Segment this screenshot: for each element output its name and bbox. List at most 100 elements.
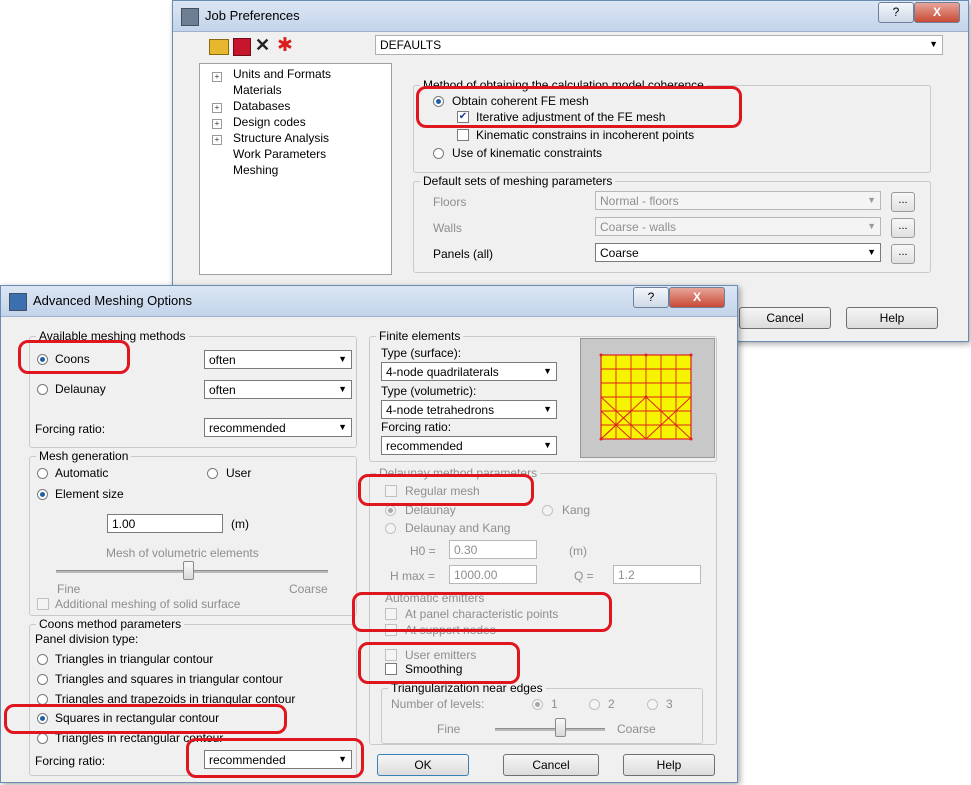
level-3-radio[interactable]	[647, 699, 658, 710]
d-kang-radio[interactable]	[542, 505, 553, 516]
expand-icon[interactable]: +	[212, 72, 222, 82]
d-delaunay-radio[interactable]	[385, 505, 396, 516]
additional-meshing-checkbox[interactable]	[37, 598, 49, 610]
panels-combo[interactable]: Coarse ▼	[595, 243, 881, 262]
h0-unit: (m)	[569, 544, 587, 558]
kinematic-incoherent-label: Kinematic constrains in incoherent point…	[476, 128, 695, 142]
mesh-generation-label: Mesh generation	[36, 449, 132, 463]
automatic-radio[interactable]	[37, 468, 48, 479]
expand-icon[interactable]: +	[212, 135, 222, 145]
mesh-preview-graphic	[599, 353, 693, 441]
tree-item-databases[interactable]: Databases	[233, 99, 290, 113]
cancel-button[interactable]: Cancel	[503, 754, 599, 776]
open-folder-icon[interactable]	[209, 39, 229, 55]
type-surface-label: Type (surface):	[381, 346, 462, 360]
volumetric-combo[interactable]: 4-node tetrahedrons ▼	[381, 400, 557, 419]
delaunay-label: Delaunay	[55, 382, 106, 396]
tree-item-meshing[interactable]: Meshing	[233, 163, 278, 177]
coons-params-label: Coons method parameters	[36, 617, 185, 631]
div-option-radio[interactable]	[37, 674, 48, 685]
ok-button[interactable]: OK	[377, 754, 469, 776]
coons-value: often	[209, 353, 236, 367]
job-preferences-app-icon	[181, 8, 199, 26]
volumetric-slider-thumb[interactable]	[183, 561, 194, 580]
default-sets-label: Default sets of meshing parameters	[420, 174, 616, 188]
forcing-ratio-value: recommended	[209, 421, 286, 435]
chevron-down-icon: ▼	[543, 366, 552, 376]
help-button[interactable]: Help	[623, 754, 715, 776]
save-icon[interactable]	[233, 38, 251, 56]
close-title-button[interactable]: X	[914, 2, 960, 23]
kinematic-incoherent-checkbox[interactable]	[457, 129, 469, 141]
h0-input[interactable]: 0.30	[449, 540, 537, 559]
defaults-combo[interactable]: DEFAULTS ▼	[375, 35, 943, 55]
tree-item-units[interactable]: Units and Formats	[233, 67, 331, 81]
preferences-tree: + Units and Formats Materials + Database…	[199, 63, 392, 275]
job-help-button[interactable]: Help	[846, 307, 938, 329]
advanced-meshing-titlebar: Advanced Meshing Options ? X	[1, 286, 737, 317]
element-size-radio[interactable]	[37, 489, 48, 500]
div-option-radio[interactable]	[37, 733, 48, 744]
surface-combo[interactable]: 4-node quadrilaterals ▼	[381, 362, 557, 381]
floors-value: Normal - floors	[600, 194, 679, 208]
delete-icon[interactable]: ✕	[255, 35, 270, 56]
walls-value: Coarse - walls	[600, 220, 677, 234]
triang-slider-thumb[interactable]	[555, 718, 566, 737]
defaults-value: DEFAULTS	[380, 38, 442, 52]
chevron-down-icon: ▼	[338, 354, 347, 364]
chevron-down-icon: ▼	[338, 384, 347, 394]
fe-forcing-combo[interactable]: recommended ▼	[381, 436, 557, 455]
hmax-input[interactable]: 1000.00	[449, 565, 537, 584]
floors-ellipsis-button[interactable]: ...	[891, 192, 915, 212]
walls-label: Walls	[433, 221, 462, 235]
tree-item-work-parameters[interactable]: Work Parameters	[233, 147, 326, 161]
div-option-label: Triangles in triangular contour	[55, 652, 214, 666]
forcing-ratio2-label: Forcing ratio:	[35, 754, 106, 768]
tree-item-design-codes[interactable]: Design codes	[233, 115, 306, 129]
tfine-label: Fine	[437, 722, 461, 736]
surface-value: 4-node quadrilaterals	[386, 365, 499, 379]
tree-item-materials[interactable]: Materials	[233, 83, 282, 97]
walls-ellipsis-button[interactable]: ...	[891, 218, 915, 238]
chevron-down-icon: ▼	[867, 221, 876, 231]
job-cancel-button[interactable]: Cancel	[739, 307, 831, 329]
delaunay-combo[interactable]: often ▼	[204, 380, 352, 399]
tree-item-structure-analysis[interactable]: Structure Analysis	[233, 131, 329, 145]
q-input[interactable]: 1.2	[613, 565, 701, 584]
hmax-label: H max =	[390, 569, 436, 583]
use-kinematic-radio[interactable]	[433, 148, 444, 159]
coons-combo[interactable]: often ▼	[204, 350, 352, 369]
highlight-regular-mesh	[358, 474, 534, 506]
level-1-radio[interactable]	[532, 699, 543, 710]
fe-forcing-value: recommended	[386, 439, 463, 453]
floors-combo[interactable]: Normal - floors ▼	[595, 191, 881, 210]
use-kinematic-label: Use of kinematic constraints	[452, 146, 603, 160]
additional-meshing-label: Additional meshing of solid surface	[55, 597, 241, 611]
div-option-label: Triangles and squares in triangular cont…	[55, 672, 283, 686]
expand-icon[interactable]: +	[212, 103, 222, 113]
forcing-ratio-combo[interactable]: recommended ▼	[204, 418, 352, 437]
user-radio[interactable]	[207, 468, 218, 479]
walls-combo[interactable]: Coarse - walls ▼	[595, 217, 881, 236]
triang-slider-track[interactable]	[495, 728, 605, 731]
job-preferences-title: Job Preferences	[205, 8, 300, 23]
panels-value: Coarse	[600, 246, 639, 260]
delaunay-radio[interactable]	[37, 384, 48, 395]
highlight-at-panel	[352, 592, 612, 632]
job-preferences-titlebar: Job Preferences ? X	[173, 1, 968, 32]
element-size-input[interactable]: 1.00	[107, 514, 223, 533]
forcing-ratio-label: Forcing ratio:	[35, 422, 106, 436]
star-icon[interactable]: ✱	[277, 34, 293, 57]
expand-icon[interactable]: +	[212, 119, 222, 129]
help-title-button[interactable]: ?	[633, 287, 669, 308]
d-delaunay-kang-radio[interactable]	[385, 523, 396, 534]
panels-ellipsis-button[interactable]: ...	[891, 244, 915, 264]
user-label: User	[226, 466, 252, 480]
advanced-meshing-app-icon	[9, 293, 27, 311]
help-title-button[interactable]: ?	[878, 2, 914, 23]
size-unit-label: (m)	[231, 517, 249, 531]
div-option-radio[interactable]	[37, 654, 48, 665]
tcoarse-label: Coarse	[617, 722, 656, 736]
close-title-button[interactable]: X	[669, 287, 725, 308]
level-2-radio[interactable]	[589, 699, 600, 710]
